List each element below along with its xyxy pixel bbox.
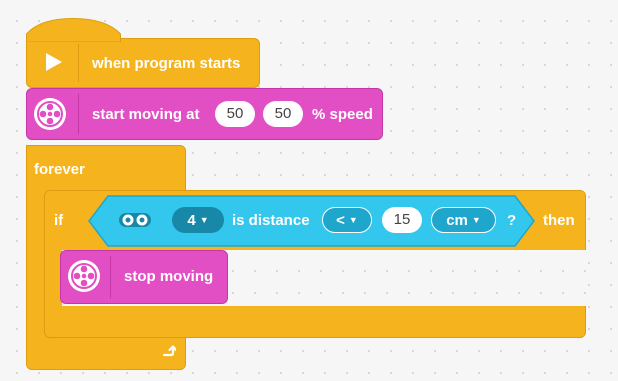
chevron-down-icon: ▼	[471, 215, 481, 225]
port-dropdown[interactable]: 4 ▼	[172, 207, 224, 233]
then-label: then	[543, 212, 575, 229]
motor-pair-icon	[33, 97, 67, 131]
chevron-down-icon: ▼	[348, 215, 358, 225]
comparator-dropdown[interactable]: < ▼	[322, 207, 372, 233]
is-distance-label: is distance	[232, 212, 310, 229]
hat-icon-divider	[78, 44, 79, 82]
chevron-down-icon: ▼	[199, 215, 209, 225]
start-icon-divider	[78, 94, 79, 134]
unit-value: cm	[446, 212, 468, 229]
hat-cap-seam	[27, 38, 120, 41]
port-value: 4	[187, 212, 196, 229]
stop-icon-divider	[110, 256, 111, 298]
speed-suffix-label: % speed	[312, 106, 373, 123]
forever-label: forever	[34, 161, 85, 178]
question-mark: ?	[507, 212, 517, 229]
when-program-starts-label: when program starts	[92, 55, 241, 72]
if-label: if	[54, 212, 64, 229]
right-speed-input[interactable]: 50	[263, 101, 303, 127]
motor-pair-icon	[67, 259, 101, 293]
play-icon	[42, 51, 64, 73]
distance-value-input[interactable]: 15	[382, 207, 422, 233]
distance-sensor-icon	[118, 210, 152, 230]
loop-arrow-icon	[160, 343, 178, 359]
unit-dropdown[interactable]: cm ▼	[431, 207, 496, 233]
stop-moving-label: stop moving	[124, 268, 214, 285]
left-speed-input[interactable]: 50	[215, 101, 255, 127]
start-moving-label: start moving at	[92, 106, 200, 123]
comparator-value: <	[336, 212, 345, 229]
